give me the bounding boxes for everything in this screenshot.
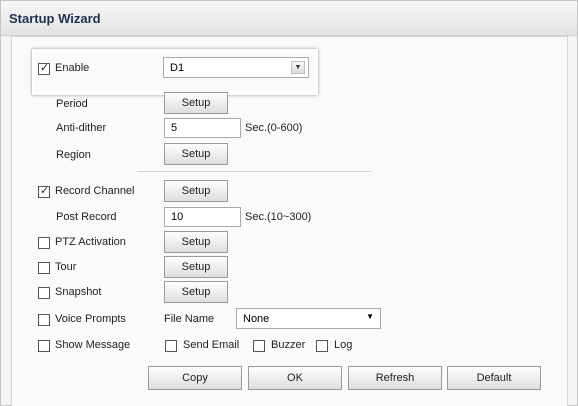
file-name-select-value: None xyxy=(243,313,270,325)
refresh-button[interactable]: Refresh xyxy=(348,366,442,390)
send-email-label: Send Email xyxy=(183,339,240,351)
anti-dither-hint: Sec.(0-600) xyxy=(245,122,303,134)
record-channel-label: Record Channel xyxy=(55,185,135,197)
tour-checkbox[interactable] xyxy=(38,262,50,274)
enable-checkbox[interactable] xyxy=(38,61,50,75)
file-name-select[interactable]: None ▼ xyxy=(236,308,381,329)
tour-setup-button[interactable]: Setup xyxy=(164,256,228,278)
ptz-activation-setup-button[interactable]: Setup xyxy=(164,231,228,253)
post-record-label: Post Record xyxy=(56,211,117,223)
snapshot-label: Snapshot xyxy=(55,286,102,298)
post-record-input[interactable] xyxy=(164,207,241,227)
enable-label: Enable xyxy=(55,62,90,74)
buzzer-label: Buzzer xyxy=(271,339,306,351)
region-label: Region xyxy=(56,149,91,161)
period-label: Period xyxy=(56,98,88,110)
buzzer-checkbox[interactable] xyxy=(253,340,265,352)
log-checkbox[interactable] xyxy=(316,340,328,352)
send-email-checkbox[interactable] xyxy=(165,340,177,352)
section-divider xyxy=(137,171,372,173)
show-message-checkbox[interactable] xyxy=(38,340,50,352)
window-title: Startup Wizard xyxy=(9,11,101,26)
snapshot-checkbox[interactable] xyxy=(38,287,50,299)
file-name-label: File Name xyxy=(164,313,215,325)
enable-select[interactable]: D1 ▼ xyxy=(163,57,309,78)
tour-label: Tour xyxy=(55,261,77,273)
title-bar: Startup Wizard xyxy=(1,1,577,36)
ptz-activation-checkbox[interactable] xyxy=(38,237,50,249)
ok-button[interactable]: OK xyxy=(248,366,342,390)
anti-dither-label: Anti-dither xyxy=(56,122,107,134)
dropdown-arrow-icon: ▼ xyxy=(366,312,374,321)
voice-prompts-label: Voice Prompts xyxy=(55,313,126,325)
anti-dither-input[interactable] xyxy=(164,118,241,138)
record-channel-checkbox[interactable] xyxy=(38,184,50,198)
period-setup-button[interactable]: Setup xyxy=(164,92,228,114)
copy-button[interactable]: Copy xyxy=(148,366,242,390)
voice-prompts-checkbox[interactable] xyxy=(38,314,50,326)
record-channel-setup-button[interactable]: Setup xyxy=(164,180,228,202)
region-setup-button[interactable]: Setup xyxy=(164,143,228,165)
ptz-activation-label: PTZ Activation xyxy=(55,236,126,248)
log-label: Log xyxy=(334,339,353,351)
snapshot-setup-button[interactable]: Setup xyxy=(164,281,228,303)
default-button[interactable]: Default xyxy=(447,366,541,390)
show-message-label: Show Message xyxy=(55,339,131,351)
post-record-hint: Sec.(10~300) xyxy=(245,211,312,223)
chevron-down-icon: ▼ xyxy=(291,61,305,74)
enable-select-value: D1 xyxy=(170,62,185,74)
